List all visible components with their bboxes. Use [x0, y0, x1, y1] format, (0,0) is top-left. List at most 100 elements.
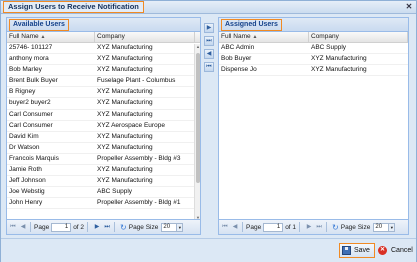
cell-company: Propeller Assembly - Bldg #1	[97, 199, 181, 207]
available-pager: ⏮ ◀ Page 1 of 2 ▶ ⏭ ↻ Page Size 20 ▼	[7, 219, 200, 234]
sort-asc-icon: ▲	[252, 34, 258, 40]
chevron-down-icon[interactable]: ▼	[388, 222, 396, 232]
assigned-pager: ⏮ ◀ Page 1 of 1 ▶ ⏭ ↻ Page Size 20 ▼	[219, 219, 408, 234]
column-full-name[interactable]: Full Name ▲	[7, 32, 95, 42]
table-row[interactable]: anthony mora XYZ Manufacturing	[7, 54, 200, 66]
cancel-icon[interactable]: ✕	[378, 246, 387, 255]
table-row[interactable]: Dr Watson XYZ Manufacturing	[7, 143, 200, 154]
save-button[interactable]: Save	[339, 243, 375, 258]
table-row[interactable]: Dispense Jo XYZ Manufacturing	[219, 65, 408, 77]
cell-full-name: John Henry	[9, 199, 43, 207]
assigned-column-header: Full Name ▲ Company	[219, 32, 408, 43]
refresh-icon[interactable]: ↻	[120, 223, 127, 232]
cell-full-name: Bob Marley	[9, 66, 42, 74]
column-company[interactable]: Company	[95, 32, 195, 42]
next-page-icon[interactable]: ▶	[93, 223, 101, 232]
cell-full-name: Carl Consumer	[9, 110, 53, 118]
cell-company: XYZ Manufacturing	[97, 44, 153, 51]
floppy-disk-icon	[342, 246, 351, 255]
cell-company: XYZ Manufacturing	[97, 55, 153, 63]
dialog-footer: Save ✕ Cancel	[1, 238, 416, 262]
first-page-icon[interactable]: ⏮	[9, 223, 17, 232]
scroll-thumb[interactable]	[196, 53, 200, 183]
available-users-panel: Available Users Full Name ▲ Company 2574…	[6, 17, 201, 235]
cell-company: Propeller Assembly - Bldg #3	[97, 154, 181, 162]
cell-full-name: 25746- 101127	[9, 44, 53, 51]
table-row[interactable]: B Rigney XYZ Manufacturing	[7, 87, 200, 99]
page-size-label: Page Size	[340, 223, 371, 231]
cell-company: XYZ Manufacturing	[97, 110, 153, 118]
last-page-icon[interactable]: ⏭	[315, 223, 323, 232]
add-all-button[interactable]: ⏭	[204, 36, 214, 46]
dialog-title: Assign Users to Receive Notification	[3, 1, 144, 13]
next-page-icon[interactable]: ▶	[305, 223, 313, 232]
cell-company: XYZ Manufacturing	[311, 55, 367, 63]
table-row[interactable]: Brent Bulk Buyer Fuselage Plant - Columbu…	[7, 76, 200, 88]
cell-company: XYZ Aerospace Europe	[97, 121, 165, 129]
column-company[interactable]: Company	[309, 32, 408, 42]
page-count: of 1	[285, 223, 297, 231]
table-row[interactable]: Carl Consumer XYZ Aerospace Europe	[7, 121, 200, 132]
cell-full-name: Joe Webstig	[9, 188, 45, 196]
page-size-value: 20	[163, 223, 171, 230]
table-row[interactable]: buyer2 buyer2 XYZ Manufacturing	[7, 98, 200, 110]
cell-company: XYZ Manufacturing	[97, 99, 153, 107]
table-row[interactable]: Carl Consumer XYZ Manufacturing	[7, 110, 200, 121]
table-row[interactable]: Bob Buyer XYZ Manufacturing	[219, 54, 408, 66]
page-number-input[interactable]: 1	[51, 222, 72, 232]
assigned-users-panel: Assigned Users Full Name ▲ Company ABC A…	[218, 17, 409, 235]
scroll-up-icon[interactable]: ▲	[195, 44, 201, 50]
remove-selected-button[interactable]: ◀	[204, 49, 214, 59]
add-selected-button[interactable]: ▶	[204, 23, 214, 33]
assigned-users-header: Assigned Users	[219, 18, 408, 32]
cell-full-name: Jeff Johnson	[9, 177, 46, 185]
pager-divider	[242, 222, 243, 232]
remove-all-button[interactable]: ⏮	[204, 62, 214, 72]
vertical-scrollbar[interactable]: ▲ ▼	[194, 44, 200, 221]
available-users-header: Available Users	[7, 18, 200, 32]
titlebar: Assign Users to Receive Notification ✕	[1, 1, 416, 14]
table-row[interactable]: ABC Admin ABC Supply	[219, 43, 408, 55]
pager-divider	[114, 222, 116, 232]
page-size-value: 20	[375, 223, 383, 230]
column-full-name[interactable]: Full Name ▲	[219, 32, 309, 42]
cell-company: XYZ Manufacturing	[97, 88, 153, 96]
page-label: Page	[246, 223, 262, 231]
cell-company: XYZ Manufacturing	[97, 166, 153, 174]
table-row[interactable]: Jeff Johnson XYZ Manufacturing	[7, 176, 200, 188]
cell-full-name: B Rigney	[9, 88, 36, 96]
pager-divider	[326, 222, 328, 232]
prev-page-icon[interactable]: ◀	[19, 223, 27, 232]
table-row[interactable]: John Henry Propeller Assembly - Bldg #1	[7, 198, 200, 210]
cancel-button[interactable]: Cancel	[391, 246, 413, 255]
available-column-header: Full Name ▲ Company	[7, 32, 200, 43]
chevron-down-icon[interactable]: ▼	[176, 222, 184, 232]
cell-company: XYZ Manufacturing	[97, 143, 153, 151]
cell-company: ABC Supply	[97, 188, 133, 196]
table-row[interactable]: Francois Marquis Propeller Assembly - Bld…	[7, 154, 200, 166]
page-size-select[interactable]: 20 ▼	[161, 222, 184, 232]
cell-full-name: Bob Buyer	[221, 55, 252, 63]
page-label: Page	[34, 223, 50, 231]
table-row[interactable]: Bob Marley XYZ Manufacturing	[7, 65, 200, 77]
cell-company: ABC Supply	[311, 44, 347, 51]
first-page-icon[interactable]: ⏮	[221, 223, 229, 232]
transfer-buttons: ▶ ⏭ ◀ ⏮	[204, 23, 215, 75]
close-icon[interactable]: ✕	[404, 2, 414, 12]
assigned-users-list: ABC Admin ABC Supply Bob Buyer XYZ Manufact…	[219, 43, 408, 77]
assigned-users-title: Assigned Users	[221, 19, 282, 31]
pager-divider	[299, 222, 301, 232]
cell-company: XYZ Manufacturing	[311, 66, 367, 74]
cell-full-name: David Kim	[9, 132, 39, 140]
table-row[interactable]: 25746- 101127 XYZ Manufacturing	[7, 43, 200, 55]
table-row[interactable]: Jamie Roth XYZ Manufacturing	[7, 165, 200, 177]
cell-full-name: anthony mora	[9, 55, 49, 63]
page-size-select[interactable]: 20 ▼	[373, 222, 396, 232]
refresh-icon[interactable]: ↻	[332, 223, 339, 232]
page-number-input[interactable]: 1	[263, 222, 284, 232]
prev-page-icon[interactable]: ◀	[231, 223, 239, 232]
cell-full-name: Francois Marquis	[9, 154, 59, 162]
table-row[interactable]: Joe Webstig ABC Supply	[7, 187, 200, 199]
last-page-icon[interactable]: ⏭	[103, 223, 111, 232]
table-row[interactable]: David Kim XYZ Manufacturing	[7, 132, 200, 143]
